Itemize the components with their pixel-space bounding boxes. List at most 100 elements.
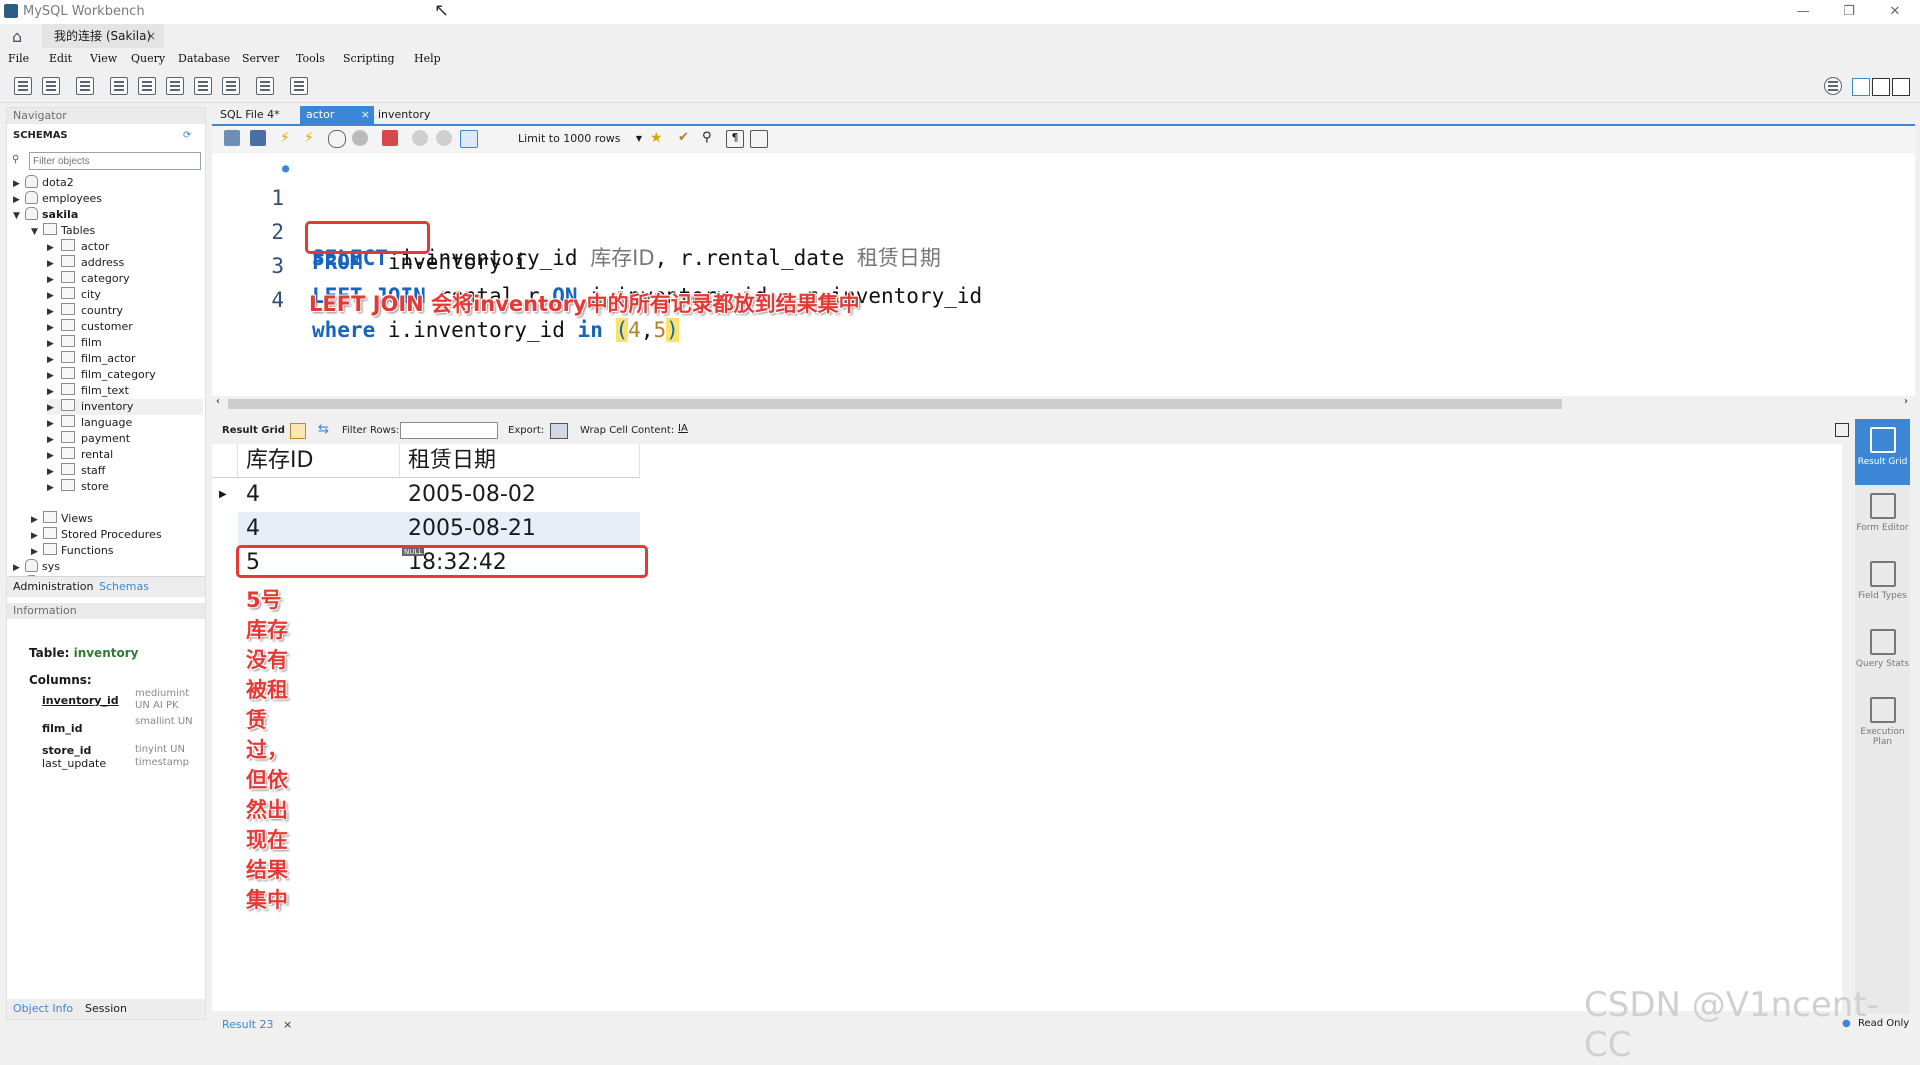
stop-icon[interactable] [352, 130, 368, 146]
scroll-left-icon[interactable]: ‹ [216, 396, 220, 407]
export-icon[interactable] [550, 423, 568, 439]
tables-node[interactable]: ▼ Tables [31, 223, 95, 239]
rollback-icon[interactable] [436, 130, 452, 146]
functions-node[interactable]: ▶ Functions [31, 543, 114, 559]
table-item-inventory[interactable]: ▶ inventory [47, 399, 203, 415]
sql-editor[interactable]: 1 ● SELECT i.inventory_id 库存ID, r.rental… [212, 153, 1915, 396]
invisible-chars-icon[interactable]: ¶ [726, 130, 744, 148]
expand-arrow-icon[interactable]: ▶ [47, 320, 57, 336]
open-file-icon[interactable] [224, 130, 240, 146]
home-icon[interactable]: ⌂ [12, 27, 22, 46]
form-editor-side-button[interactable]: Form Editor [1855, 485, 1910, 551]
views-node[interactable]: ▶ Views [31, 511, 93, 527]
create-table-icon[interactable] [138, 77, 156, 95]
menu-query[interactable]: Query [131, 52, 165, 65]
commit-icon[interactable] [412, 130, 428, 146]
create-function-icon[interactable] [222, 77, 240, 95]
toggle-output-icon[interactable] [1872, 78, 1890, 96]
scroll-right-icon[interactable]: › [1904, 396, 1908, 407]
expand-arrow-icon[interactable]: ▶ [47, 288, 57, 304]
expand-arrow-icon[interactable]: ▶ [47, 384, 57, 400]
tab-result[interactable]: Result 23 × [216, 1016, 298, 1034]
restore-button[interactable]: ❐ [1826, 2, 1872, 22]
find-icon[interactable]: ⚲ [702, 130, 718, 146]
schema-sakila[interactable]: ▼ sakila [13, 207, 78, 223]
table-item-customer[interactable]: ▶ customer [47, 319, 203, 335]
search-table-data-icon[interactable] [256, 77, 274, 95]
table-item-film[interactable]: ▶ film [47, 335, 203, 351]
table-item-country[interactable]: ▶ country [47, 303, 203, 319]
close-connection-tab-icon[interactable]: × [146, 24, 156, 48]
expand-arrow-icon[interactable]: ▶ [13, 176, 23, 192]
grid-header-inventory-id[interactable]: 库存ID [238, 444, 400, 478]
expand-arrow-icon[interactable]: ▶ [47, 336, 57, 352]
expand-arrow-icon[interactable]: ▶ [47, 256, 57, 272]
expand-arrow-icon[interactable]: ▶ [47, 448, 57, 464]
menu-view[interactable]: View [90, 52, 117, 65]
connection-tab[interactable]: 我的连接 (Sakila) × [42, 24, 164, 48]
expand-arrow-icon[interactable]: ▶ [47, 464, 57, 480]
close-result-tab-icon[interactable]: × [283, 1018, 292, 1031]
grid-cell[interactable]: 4 [238, 512, 400, 546]
explain-icon[interactable] [328, 130, 346, 148]
table-item-address[interactable]: ▶ address [47, 255, 203, 271]
tab-object-info[interactable]: Object Info [13, 1002, 73, 1015]
toggle-error-icon[interactable] [382, 130, 398, 146]
tab-schemas[interactable]: Schemas [99, 580, 149, 593]
grid-cell[interactable]: 2005-08-02 00:47:19 [400, 478, 640, 541]
table-item-category[interactable]: ▶ category [47, 271, 203, 287]
execution-plan-side-button[interactable]: Execution Plan [1855, 689, 1910, 755]
toggle-sidebar-icon[interactable] [1852, 78, 1870, 96]
expand-arrow-icon[interactable]: ▶ [47, 240, 57, 256]
schema-sys[interactable]: ▶ sys [13, 559, 60, 575]
tab-administration[interactable]: Administration [13, 580, 94, 593]
schema-employees[interactable]: ▶ employees [13, 191, 102, 207]
menu-tools[interactable]: Tools [296, 52, 325, 65]
inspector-icon[interactable] [76, 77, 94, 95]
expand-arrow-icon[interactable]: ▶ [47, 416, 57, 432]
open-sql-script-icon[interactable] [42, 77, 60, 95]
menu-database[interactable]: Database [178, 52, 230, 65]
scrollbar-thumb[interactable] [228, 399, 1562, 409]
expand-arrow-icon[interactable]: ▶ [31, 512, 41, 528]
new-sql-tab-icon[interactable] [14, 77, 32, 95]
grid-header-rental-date[interactable]: 租赁日期 [400, 444, 640, 478]
expand-arrow-icon[interactable]: ▶ [47, 368, 57, 384]
filter-objects-input[interactable] [29, 152, 201, 170]
autocommit-icon[interactable] [460, 130, 478, 148]
wrap-lines-icon[interactable] [750, 130, 768, 148]
expand-arrow-icon[interactable]: ▶ [13, 560, 23, 576]
menu-help[interactable]: Help [414, 52, 441, 65]
table-item-store[interactable]: ▶ store [47, 479, 203, 495]
field-types-side-button[interactable]: Field Types [1855, 553, 1910, 619]
table-item-rental[interactable]: ▶ rental [47, 447, 203, 463]
add-snippet-icon[interactable]: ★ [650, 130, 666, 146]
tab-sql-file[interactable]: SQL File 4* [214, 106, 286, 124]
tab-actor[interactable]: actor × [300, 106, 374, 124]
save-icon[interactable] [250, 130, 266, 146]
collapse-arrow-icon[interactable]: ▼ [13, 208, 23, 224]
create-view-icon[interactable] [166, 77, 184, 95]
close-button[interactable]: ✕ [1872, 2, 1918, 22]
grid-cell[interactable]: 4 [238, 478, 400, 512]
menu-scripting[interactable]: Scripting [343, 52, 395, 65]
expand-arrow-icon[interactable]: ▶ [47, 272, 57, 288]
create-procedure-icon[interactable] [194, 77, 212, 95]
expand-arrow-icon[interactable]: ▶ [47, 480, 57, 496]
grid-cell[interactable]: 2005-08-21 18:32:42 [400, 512, 640, 575]
toggle-panel-icon[interactable] [1835, 423, 1849, 437]
reconnect-icon[interactable] [290, 77, 308, 95]
expand-arrow-icon[interactable]: ▶ [47, 400, 57, 416]
table-item-staff[interactable]: ▶ staff [47, 463, 203, 479]
beautify-icon[interactable]: ✔ [678, 130, 694, 146]
query-stats-side-button[interactable]: Query Stats [1855, 621, 1910, 687]
expand-arrow-icon[interactable]: ▶ [13, 192, 23, 208]
table-item-actor[interactable]: ▶ actor [47, 239, 203, 255]
menu-server[interactable]: Server [242, 52, 279, 65]
stored-procedures-node[interactable]: ▶ Stored Procedures [31, 527, 162, 543]
expand-arrow-icon[interactable]: ▶ [31, 544, 41, 560]
filter-rows-input[interactable] [400, 422, 498, 439]
grid-icon[interactable] [290, 423, 306, 439]
limit-rows-select[interactable]: Limit to 1000 rows ▼ [518, 130, 646, 148]
expand-arrow-icon[interactable]: ▶ [47, 432, 57, 448]
